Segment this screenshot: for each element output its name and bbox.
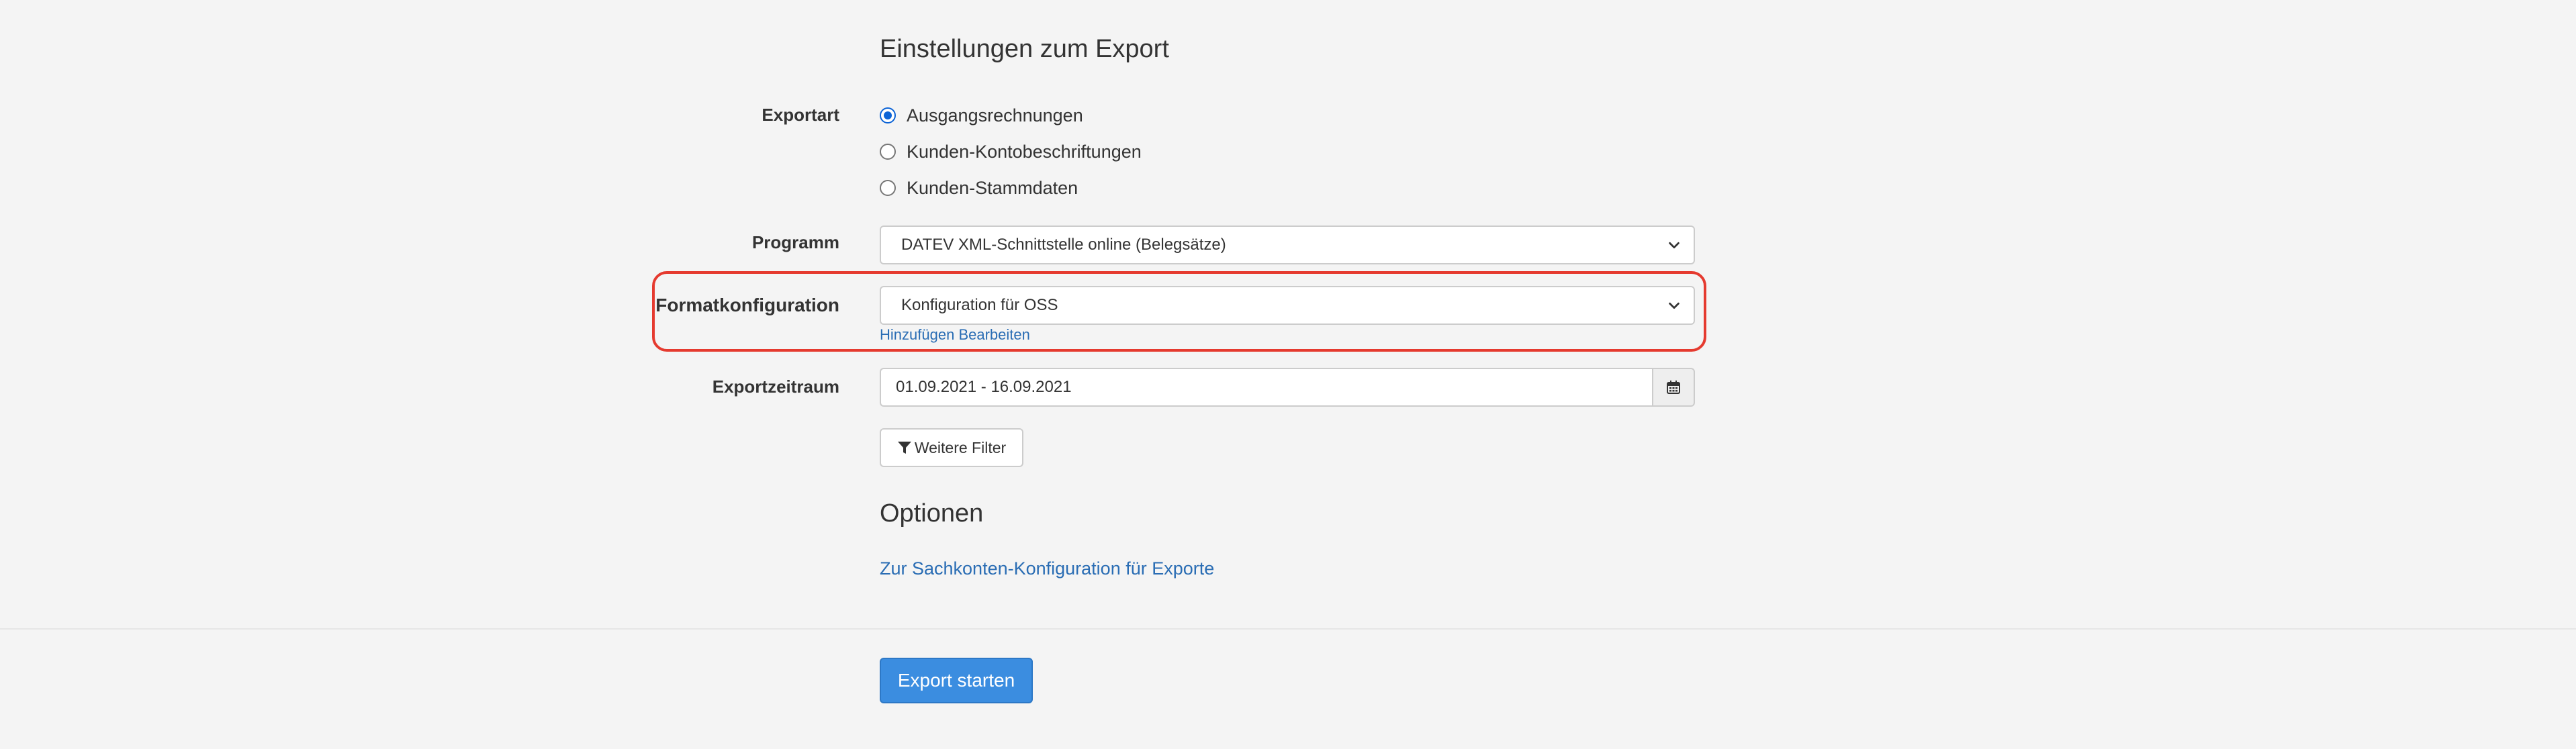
radio-button-checked[interactable]	[880, 107, 896, 123]
options-heading: Optionen	[880, 499, 984, 528]
radio-button[interactable]	[880, 144, 896, 160]
radio-option-ausgangsrechnungen[interactable]: Ausgangsrechnungen	[880, 102, 1083, 129]
export-type-label: Exportart	[762, 105, 839, 125]
more-filters-label: Weitere Filter	[914, 438, 1007, 456]
filter-icon	[897, 442, 911, 454]
calendar-button[interactable]	[1652, 368, 1695, 407]
calendar-icon	[1667, 381, 1680, 394]
radio-label: Kunden-Kontobeschriftungen	[907, 141, 1142, 162]
export-settings-heading: Einstellungen zum Export	[880, 35, 1169, 63]
footer-divider	[0, 628, 2576, 630]
edit-config-link[interactable]: Bearbeiten	[958, 326, 1029, 343]
format-config-select-value: Konfiguration für OSS	[901, 296, 1058, 314]
format-config-label: Formatkonfiguration	[655, 295, 839, 315]
start-export-button[interactable]: Export starten	[880, 658, 1033, 703]
radio-button[interactable]	[880, 180, 896, 196]
radio-label: Ausgangsrechnungen	[907, 105, 1083, 126]
export-page: Einstellungen zum Export Exportart Ausga…	[0, 0, 2576, 749]
more-filters-button[interactable]: Weitere Filter	[880, 428, 1023, 467]
date-range-input[interactable]: 01.09.2021 - 16.09.2021	[880, 368, 1652, 407]
radio-label: Kunden-Stammdaten	[907, 177, 1078, 198]
radio-option-kunden-kontobeschriftungen[interactable]: Kunden-Kontobeschriftungen	[880, 138, 1142, 165]
chevron-down-icon	[1669, 242, 1680, 249]
format-config-select[interactable]: Konfiguration für OSS	[880, 286, 1695, 325]
period-label: Exportzeitraum	[712, 377, 839, 397]
radio-option-kunden-stammdaten[interactable]: Kunden-Stammdaten	[880, 174, 1078, 201]
chevron-down-icon	[1669, 302, 1680, 309]
program-label: Programm	[751, 232, 839, 252]
program-select[interactable]: DATEV XML-Schnittstelle online (Belegsät…	[880, 226, 1695, 264]
account-config-link[interactable]: Zur Sachkonten-Konfiguration für Exporte	[880, 558, 1214, 579]
date-range-group: 01.09.2021 - 16.09.2021	[880, 368, 1695, 407]
add-config-link[interactable]: Hinzufügen	[880, 326, 954, 343]
program-select-value: DATEV XML-Schnittstelle online (Belegsät…	[901, 236, 1226, 254]
format-config-links: Hinzufügen Bearbeiten	[880, 326, 1030, 344]
